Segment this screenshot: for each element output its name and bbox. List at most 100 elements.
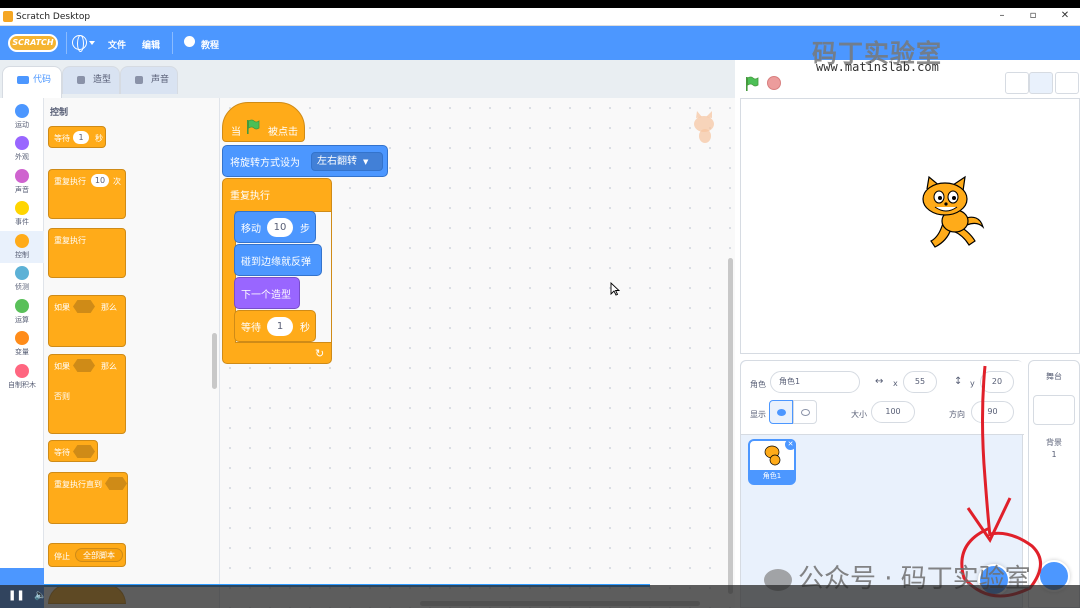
language-globe-icon[interactable] xyxy=(72,35,87,52)
category-my-blocks[interactable]: 自制积木 xyxy=(0,364,44,390)
x-arrows-icon: ↔ xyxy=(875,376,884,387)
x-field[interactable]: 55 xyxy=(903,371,937,393)
category-dot-icon xyxy=(15,331,29,345)
fullscreen-button[interactable] xyxy=(1055,72,1079,94)
block-move-steps[interactable]: 移动 10 步 xyxy=(234,211,316,243)
category-label: 声音 xyxy=(15,186,29,194)
block-text: 重复执行 xyxy=(230,191,270,202)
boolean-slot[interactable] xyxy=(73,445,95,458)
block-repeat[interactable]: 重复执行 10 次 xyxy=(48,169,126,219)
small-stage-button[interactable] xyxy=(1005,72,1029,94)
category-label: 事件 xyxy=(15,218,29,226)
category-looks[interactable]: 外观 xyxy=(0,136,44,162)
mouse-cursor-icon xyxy=(610,282,620,296)
category-operators[interactable]: 运算 xyxy=(0,299,44,325)
block-text: 停止 xyxy=(54,552,70,561)
workspace-scrollbar-vertical[interactable] xyxy=(728,258,733,594)
palette-title: 控制 xyxy=(50,108,69,118)
block-text: 等待 xyxy=(54,448,70,457)
category-motion[interactable]: 运动 xyxy=(0,104,44,130)
hide-sprite-eye-icon[interactable] xyxy=(793,400,817,424)
block-text: 步 xyxy=(300,224,310,235)
menu-tutorials[interactable]: 教程 xyxy=(201,38,219,51)
block-input[interactable]: 1 xyxy=(73,131,89,144)
menu-edit[interactable]: 编辑 xyxy=(142,38,160,51)
green-flag-icon[interactable] xyxy=(744,76,760,92)
block-text: 等待 xyxy=(54,134,70,143)
green-flag-icon xyxy=(247,119,260,134)
block-text: 秒 xyxy=(95,134,103,143)
block-input[interactable]: 10 xyxy=(267,218,293,237)
speaker-icon xyxy=(135,76,143,84)
block-when-flag-clicked[interactable]: 当 被点击 xyxy=(222,102,305,142)
block-text: 碰到边缘就反弹 xyxy=(241,257,311,268)
boolean-slot[interactable] xyxy=(73,300,95,313)
category-control[interactable]: 控制 xyxy=(0,231,44,263)
show-label: 显示 xyxy=(750,410,766,419)
block-wait-until[interactable]: 等待 xyxy=(48,440,98,462)
tab-costumes[interactable]: 造型 xyxy=(62,66,120,94)
volume-icon[interactable]: 🔈 xyxy=(34,590,46,601)
palette-scrollbar[interactable] xyxy=(212,333,217,389)
category-dot-icon xyxy=(15,104,29,118)
category-sound[interactable]: 声音 xyxy=(0,169,44,195)
normal-stage-button[interactable] xyxy=(1029,72,1053,94)
maximize-button[interactable]: ▫ xyxy=(1026,10,1040,21)
tab-code[interactable]: 代码 xyxy=(2,66,62,98)
menu-file[interactable]: 文件 xyxy=(108,38,126,51)
size-field[interactable]: 100 xyxy=(871,401,915,423)
window-title: Scratch Desktop xyxy=(16,12,91,22)
block-bounce-on-edge[interactable]: 碰到边缘就反弹 xyxy=(234,244,322,276)
cat-sprite[interactable] xyxy=(913,175,987,253)
block-forever[interactable]: 重复执行 xyxy=(48,228,126,278)
tab-sounds[interactable]: 声音 xyxy=(120,66,178,94)
category-label: 侦测 xyxy=(15,283,29,291)
block-text: 秒 xyxy=(300,323,310,334)
block-if-else[interactable]: 如果 那么 否则 xyxy=(48,354,126,434)
video-player-bar: ❚❚ 🔈 xyxy=(0,585,1080,608)
pause-icon[interactable]: ❚❚ xyxy=(8,590,25,601)
block-wait-seconds[interactable]: 等待 1 秒 xyxy=(234,310,316,342)
category-dot-icon xyxy=(15,169,29,183)
rotation-style-dropdown[interactable]: 左右翻转 ▼ xyxy=(311,152,383,171)
stop-option-dropdown[interactable]: 全部脚本 xyxy=(75,548,123,562)
block-repeat-until[interactable]: 重复执行直到 xyxy=(48,472,128,524)
tab-label: 造型 xyxy=(93,75,112,85)
block-stop[interactable]: 停止 全部脚本 xyxy=(48,543,126,567)
category-sensing[interactable]: 侦测 xyxy=(0,266,44,292)
title-bar: Scratch Desktop – ▫ ✕ xyxy=(0,8,1080,26)
block-next-costume[interactable]: 下一个造型 xyxy=(234,277,300,309)
sprite-thumbnail[interactable]: ✕ 角色1 xyxy=(748,439,796,485)
chevron-down-icon xyxy=(89,41,95,45)
category-variables[interactable]: 变量 xyxy=(0,331,44,357)
sprite-label: 角色 xyxy=(750,380,766,389)
block-text: 次 xyxy=(113,177,121,186)
category-events[interactable]: 事件 xyxy=(0,201,44,227)
block-wait[interactable]: 等待 1 秒 xyxy=(48,126,106,148)
delete-sprite-icon[interactable]: ✕ xyxy=(785,439,796,450)
stage-canvas[interactable] xyxy=(740,98,1080,354)
block-set-rotation-style[interactable]: 将旋转方式设为 左右翻转 ▼ xyxy=(222,145,388,177)
minimize-button[interactable]: – xyxy=(995,10,1009,21)
watermark-url: www.matinslab.com xyxy=(816,60,939,74)
boolean-slot[interactable] xyxy=(73,359,95,372)
size-label: 大小 xyxy=(851,410,867,419)
boolean-slot[interactable] xyxy=(105,477,127,490)
category-label: 自制积木 xyxy=(8,381,36,389)
category-dot-icon xyxy=(15,266,29,280)
block-input[interactable]: 1 xyxy=(267,317,293,336)
close-button[interactable]: ✕ xyxy=(1058,10,1072,21)
block-text: 重复执行直到 xyxy=(54,480,102,489)
block-text: 当 xyxy=(231,127,241,138)
script-workspace[interactable]: 当 被点击 将旋转方式设为 左右翻转 ▼ 重复执行 ↻ 移动 10 步 碰到边缘就… xyxy=(220,98,938,608)
sprite-thumb-label: 角色1 xyxy=(750,470,794,483)
sprite-name-field[interactable]: 角色1 xyxy=(770,371,860,393)
block-input[interactable]: 10 xyxy=(91,174,109,187)
cat-thumbnail-icon xyxy=(764,445,781,466)
block-if-then[interactable]: 如果 那么 xyxy=(48,295,126,347)
block-text: 重复执行 xyxy=(54,177,86,186)
stop-icon[interactable] xyxy=(767,76,781,90)
scratch-logo[interactable]: SCRATCH xyxy=(8,34,58,52)
show-sprite-eye-icon[interactable] xyxy=(769,400,793,424)
category-label: 变量 xyxy=(15,348,29,356)
